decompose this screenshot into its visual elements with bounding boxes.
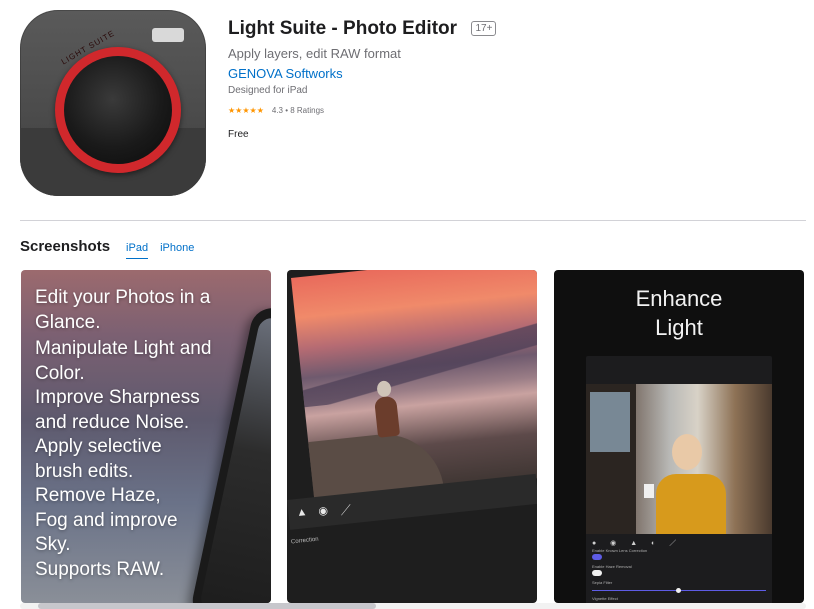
feature-line: Remove Haze, (35, 485, 161, 506)
feature-line: Sky. (35, 534, 71, 555)
control-label: Enable Haze Removal (592, 564, 632, 569)
camera-lens-icon: LIGHT SUITE (20, 10, 206, 196)
feature-line: Glance. (35, 311, 101, 333)
app-icon-flash (152, 28, 184, 42)
screenshot-3[interactable]: Enhance Light ● ◉ ▲ ◐ ／ Enable Known Len… (554, 270, 804, 603)
feature-line: Manipulate Light and (35, 338, 212, 359)
circle-icon: ◉ (317, 504, 329, 518)
feature-line: and reduce Noise. (35, 411, 190, 433)
feature-line: Color. (35, 362, 85, 384)
screenshot-1[interactable]: Edit your Photos in a Glance. Manipulate… (21, 270, 271, 603)
tool-label: Correction (290, 536, 319, 546)
app-title: Light Suite - Photo Editor (228, 18, 458, 39)
rating-text: 4.3 • 8 Ratings (271, 106, 325, 115)
rating-row: ★★★★★ 4.3 • 8 Ratings (228, 106, 496, 115)
divider (20, 220, 806, 221)
control-label: Enable Known Lens Correction (592, 548, 648, 553)
app-info: Light Suite - Photo Editor 17+ Apply lay… (228, 18, 497, 140)
toggle-switch (592, 570, 602, 576)
price: Free (228, 129, 249, 140)
portrait-photo (586, 384, 772, 534)
control-label: Vignette Effect (592, 596, 618, 601)
feature-line: brush edits. (35, 460, 134, 482)
feature-line: Supports RAW. (35, 558, 165, 580)
controls-panel: ● ◉ ▲ ◐ ／ Enable Known Lens Correction E… (586, 534, 772, 603)
tab-ipad[interactable]: iPad (126, 242, 149, 259)
scrollbar-thumb[interactable] (38, 603, 376, 609)
triangle-icon: ▲ (295, 505, 308, 520)
brush-icon: ／ (339, 504, 353, 518)
screenshot-2[interactable]: ▲ ◉ ／ Correction (287, 270, 537, 603)
heading-line: Light (655, 315, 703, 340)
ipad-mockup: ● ◉ ▲ ◐ ／ Enable Known Lens Correction E… (586, 356, 772, 603)
landscape-photo (291, 270, 537, 512)
developer-link[interactable]: GENOVA Softworks (228, 66, 496, 81)
horizontal-scrollbar[interactable] (20, 603, 806, 609)
feature-line: Edit your Photos in a (35, 287, 211, 308)
app-subtitle: Apply layers, edit RAW format (228, 46, 401, 61)
tool-icons: ● ◉ ▲ ◐ ／ (592, 540, 683, 547)
control-label: Sepia Filter (592, 580, 613, 585)
heading-line: Enhance (635, 286, 723, 311)
toggle-switch (592, 554, 602, 560)
slider-knob (676, 588, 681, 593)
screenshots-title: Screenshots (20, 238, 111, 255)
feature-line: Fog and improve (35, 509, 178, 531)
star-rating-icon: ★★★★★ (228, 106, 264, 115)
feature-line: Improve Sharpness (35, 387, 200, 408)
screenshot-3-heading: Enhance Light (554, 284, 804, 342)
feature-line: Apply selective (35, 436, 162, 457)
app-header: LIGHT SUITE Light Suite - Photo Editor 1… (20, 10, 806, 196)
screenshot-1-text: Edit your Photos in a Glance. Manipulate… (35, 286, 265, 582)
app-icon-lens (64, 56, 172, 164)
screenshots-header: Screenshots iPad iPhone (20, 238, 194, 259)
designed-for: Designed for iPad (228, 85, 308, 96)
age-rating-badge: 17+ (471, 21, 497, 36)
tab-iphone[interactable]: iPhone (160, 242, 194, 258)
